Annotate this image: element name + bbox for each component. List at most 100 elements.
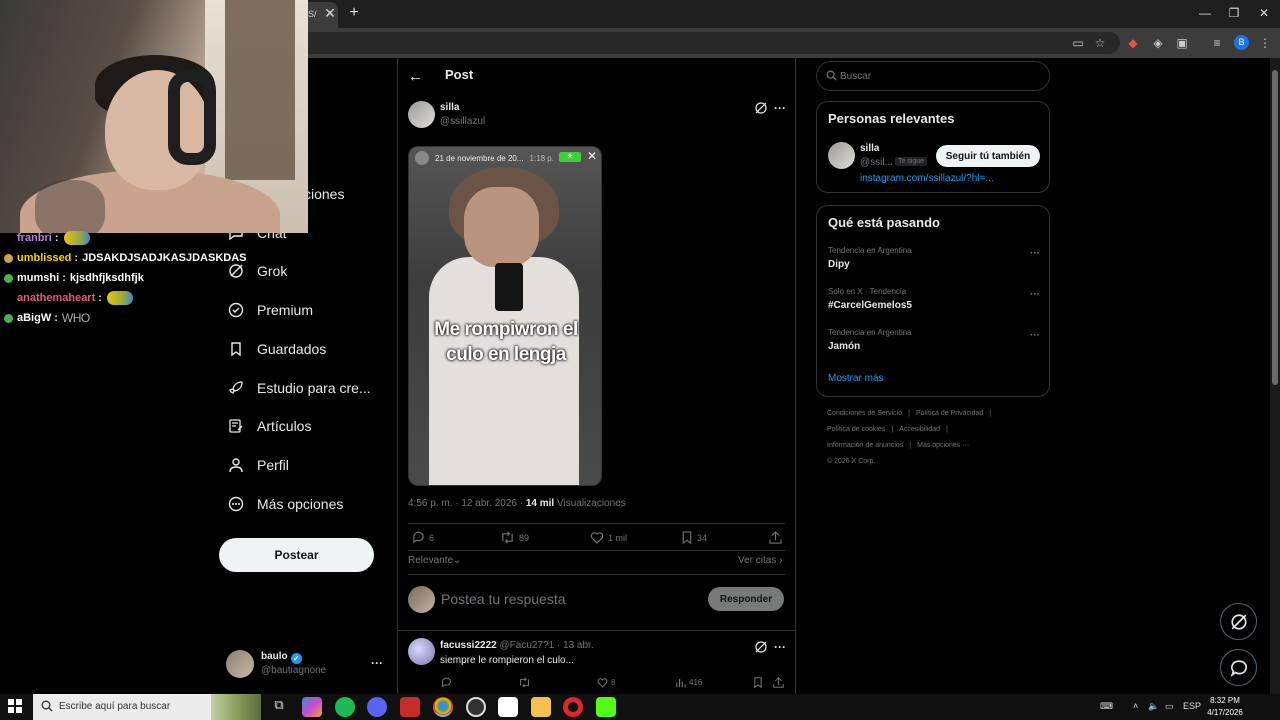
minimize-button[interactable]: — [1195,4,1215,22]
opera-icon[interactable] [563,697,583,717]
restore-button[interactable]: ❐ [1224,4,1244,22]
scrollbar-thumb[interactable] [1272,70,1278,385]
back-arrow-icon[interactable]: ← [408,68,423,85]
account-more-icon[interactable]: ··· [371,656,383,670]
post-media[interactable]: 21 de noviembre de 20... 1:18 p. ★ ✕ Me … [408,146,602,486]
comment-like[interactable]: 8 [597,677,615,688]
extension-fox-icon[interactable]: ◆ [1125,35,1141,51]
keyboard-icon[interactable]: ⌨ [1100,701,1113,712]
discord-icon[interactable] [367,697,387,717]
task-view-icon[interactable]: ⧉ [269,697,289,717]
omnibox[interactable] [300,32,1120,54]
bookmark-action[interactable]: 34 [681,531,707,544]
volume-icon[interactable]: 🔈 [1148,701,1159,712]
nav-item-guardados[interactable]: Guardados [227,334,326,364]
search-input[interactable]: Buscar [840,71,871,82]
account-switcher[interactable]: baulo ✓ @bautiagnone ··· [226,648,386,682]
comment-view-count: 416 [689,678,703,687]
puzzle-icon[interactable]: ▣ [1174,35,1190,51]
comment-more-icon[interactable]: ··· [774,640,786,654]
author-handle[interactable]: @ssillazul [440,116,485,127]
comment-handle[interactable]: @Facu27?1 [500,640,555,651]
new-tab-button[interactable]: + [346,5,362,21]
star-icon[interactable]: ☆ [1092,35,1108,51]
search-box[interactable]: Buscar [816,61,1050,91]
language-indicator[interactable]: ESP [1183,701,1201,711]
comment-views[interactable]: 416 [675,677,702,688]
network-icon[interactable]: ▭ [1165,701,1174,712]
trend-item[interactable]: Tendencia en Argentina Jamón ··· [828,328,1040,352]
bio-link[interactable]: instagram.com/ssillazul/?hl=... [860,173,994,184]
footer-link[interactable]: Política de Privacidad [916,410,983,417]
chat-emote-icon [106,291,133,305]
share-action[interactable] [769,531,786,544]
folder-icon[interactable] [531,697,551,717]
author-name[interactable]: silla [440,102,459,113]
extension-icon[interactable]: ◈ [1150,35,1166,51]
capcut-icon[interactable] [498,697,518,717]
show-more-link[interactable]: Mostrar más [828,373,884,384]
nav-item-perfil[interactable]: Perfil [227,450,289,480]
grok-icon[interactable] [754,640,768,654]
profile-avatar[interactable]: B [1234,35,1249,50]
reply-button[interactable]: Responder [708,587,784,611]
comment-author[interactable]: facussi2222 [440,640,497,651]
nav-item-mas-opciones[interactable]: Más opciones [227,489,343,519]
footer-link[interactable]: Política de cookies [827,426,885,433]
comment-reply[interactable] [441,677,455,688]
post-button[interactable]: Postear [219,538,374,572]
clock[interactable]: 8:32 PM 4/17/2026 [1205,695,1245,719]
grok-float-button[interactable] [1220,603,1257,640]
spotify-icon[interactable] [335,697,355,717]
sort-dropdown[interactable]: Relevante⌄ [408,555,461,566]
kick-icon[interactable] [596,697,616,717]
message-icon [1230,659,1247,677]
nav-item-partial[interactable]: ciones [304,179,344,209]
chevron-up-icon[interactable]: ˄ [1133,701,1138,711]
comment-avatar[interactable] [408,638,435,665]
grok-icon[interactable] [754,101,768,115]
footer-link[interactable]: Información de anuncios [827,442,903,449]
nav-item-estudio[interactable]: Estudio para cre... [227,373,371,403]
trend-item[interactable]: Tendencia en Argentina Dipy ··· [828,246,1040,270]
footer-link[interactable]: Más opciones ··· [917,442,969,449]
nav-item-articulos[interactable]: Artículos [227,411,311,441]
relevant-name[interactable]: silla [860,143,879,154]
avatar[interactable] [828,142,855,169]
trend-context: Tendencia en Argentina [828,246,912,255]
windows-start-icon[interactable] [8,699,22,713]
post-timestamp[interactable]: 4:56 p. m. · 12 abr. 2026 · [408,498,526,509]
reply-action[interactable]: 6 [412,531,434,544]
repost-action[interactable]: 89 [500,531,529,544]
author-avatar[interactable] [408,101,435,128]
view-quotes-link[interactable]: Ver citas › [738,555,782,566]
comment-repost[interactable] [518,677,534,688]
chrome-icon[interactable] [433,697,453,717]
menu-icon[interactable]: ⋮ [1257,35,1273,51]
like-action[interactable]: 1 mil [590,531,627,544]
reply-input[interactable]: Postea tu respuesta [441,591,566,607]
trend-more-icon[interactable]: ··· [1030,289,1040,300]
comment-bookmark[interactable] [753,677,766,688]
obs-icon[interactable] [466,697,486,717]
taskbar-search-input[interactable]: Escribe aquí para buscar [59,701,170,712]
more-options-icon[interactable]: ··· [774,101,786,115]
tab-close-icon[interactable]: ✕ [322,5,338,21]
footer-link[interactable]: Condiciones de Servicio [827,410,902,417]
taskbar-search[interactable]: Escribe aquí para buscar [33,694,261,720]
app-icon[interactable] [400,697,420,717]
relevant-handle[interactable]: @ssil... [860,157,893,168]
trend-more-icon[interactable]: ··· [1030,248,1040,259]
close-window-button[interactable]: ✕ [1254,4,1274,22]
follow-back-button[interactable]: Seguir tú también [936,145,1040,167]
reading-list-icon[interactable]: ≡ [1209,35,1225,51]
footer-link[interactable]: Accesibilidad [899,426,940,433]
trend-item[interactable]: Solo en X · Tendencia #CarcelGemelos5 ··… [828,287,1040,311]
comment-share[interactable] [773,677,787,688]
trend-more-icon[interactable]: ··· [1030,330,1040,341]
messages-float-button[interactable] [1220,649,1257,686]
views-label: Visualizaciones [554,498,626,509]
scrollbar[interactable] [1270,58,1280,694]
copilot-icon[interactable] [302,697,322,717]
install-app-icon[interactable]: ▭ [1070,35,1086,51]
